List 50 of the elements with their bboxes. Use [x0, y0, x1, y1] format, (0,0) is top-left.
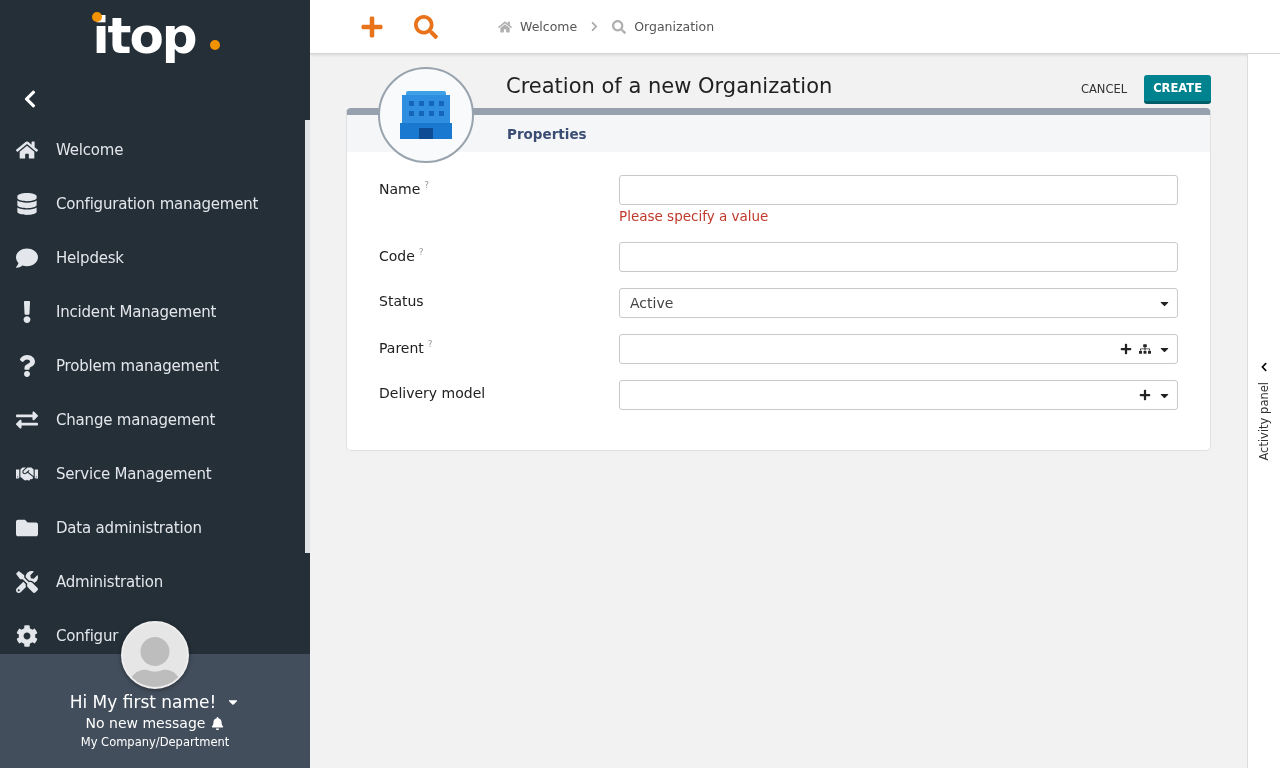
- breadcrumb-link[interactable]: Organization: [612, 19, 715, 34]
- home-icon: [16, 139, 38, 161]
- hierarchy-icon[interactable]: [1139, 343, 1151, 355]
- field-label: Parent $^{?}$: [379, 338, 434, 358]
- select-field[interactable]: [619, 334, 1178, 364]
- menu-item[interactable]: Administration: [0, 568, 163, 596]
- expand-icon[interactable]: [1259, 362, 1269, 372]
- activity-panel-label[interactable]: Activity panel: [1257, 382, 1271, 461]
- create-button[interactable]: CREATE: [1144, 74, 1211, 104]
- field-label: Status: [379, 292, 425, 311]
- user-menu-button[interactable]: Hi My first name!: [69, 692, 241, 712]
- database-icon: [16, 193, 38, 215]
- menu-item[interactable]: Configuration management: [0, 190, 259, 218]
- error-message: Please specify a value: [619, 207, 770, 226]
- text-field[interactable]: [619, 175, 1178, 205]
- search-button[interactable]: [414, 14, 438, 39]
- breadcrumb-link[interactable]: Welcome: [498, 19, 578, 34]
- field-label: Delivery model: [379, 384, 487, 403]
- tools-icon: [16, 571, 38, 593]
- settings-icon: [16, 625, 38, 647]
- page-title: Creation of a new Organization: [506, 74, 833, 98]
- search-icon: [612, 19, 627, 34]
- menu-item[interactable]: Incident Management: [0, 298, 217, 326]
- new-button[interactable]: [360, 14, 384, 39]
- arrows-icon: [16, 409, 38, 431]
- menu-item[interactable]: Welcome: [0, 136, 124, 164]
- select-field[interactable]: Active: [619, 288, 1178, 318]
- bell-icon[interactable]: [211, 716, 225, 730]
- organization-text: My Company/Department: [80, 735, 230, 749]
- menu-item[interactable]: Configur: [0, 622, 119, 650]
- add-icon[interactable]: [1120, 343, 1132, 355]
- add-icon[interactable]: [1139, 389, 1151, 401]
- menu-item[interactable]: Change management: [0, 406, 216, 434]
- speech-bubble-icon: [16, 247, 38, 269]
- building-icon: [400, 91, 452, 139]
- home-icon: [498, 19, 512, 34]
- field-label: Name $^{?}$: [379, 179, 431, 199]
- folder-icon: [16, 517, 38, 539]
- properties-tab[interactable]: Properties: [507, 125, 587, 142]
- field-label: Code $^{?}$: [379, 246, 425, 266]
- cancel-button[interactable]: CANCEL: [1071, 76, 1137, 102]
- select-field[interactable]: [619, 380, 1178, 410]
- avatar: [121, 621, 189, 689]
- menu-item[interactable]: Problem management: [0, 352, 219, 380]
- messages-text: No new message: [85, 715, 206, 731]
- text-field[interactable]: [619, 242, 1178, 272]
- menu-item[interactable]: Helpdesk: [0, 244, 124, 272]
- menu-item[interactable]: Service Management: [0, 460, 212, 488]
- logo: itop: [88, 6, 222, 66]
- menu-item[interactable]: Data administration: [0, 514, 202, 542]
